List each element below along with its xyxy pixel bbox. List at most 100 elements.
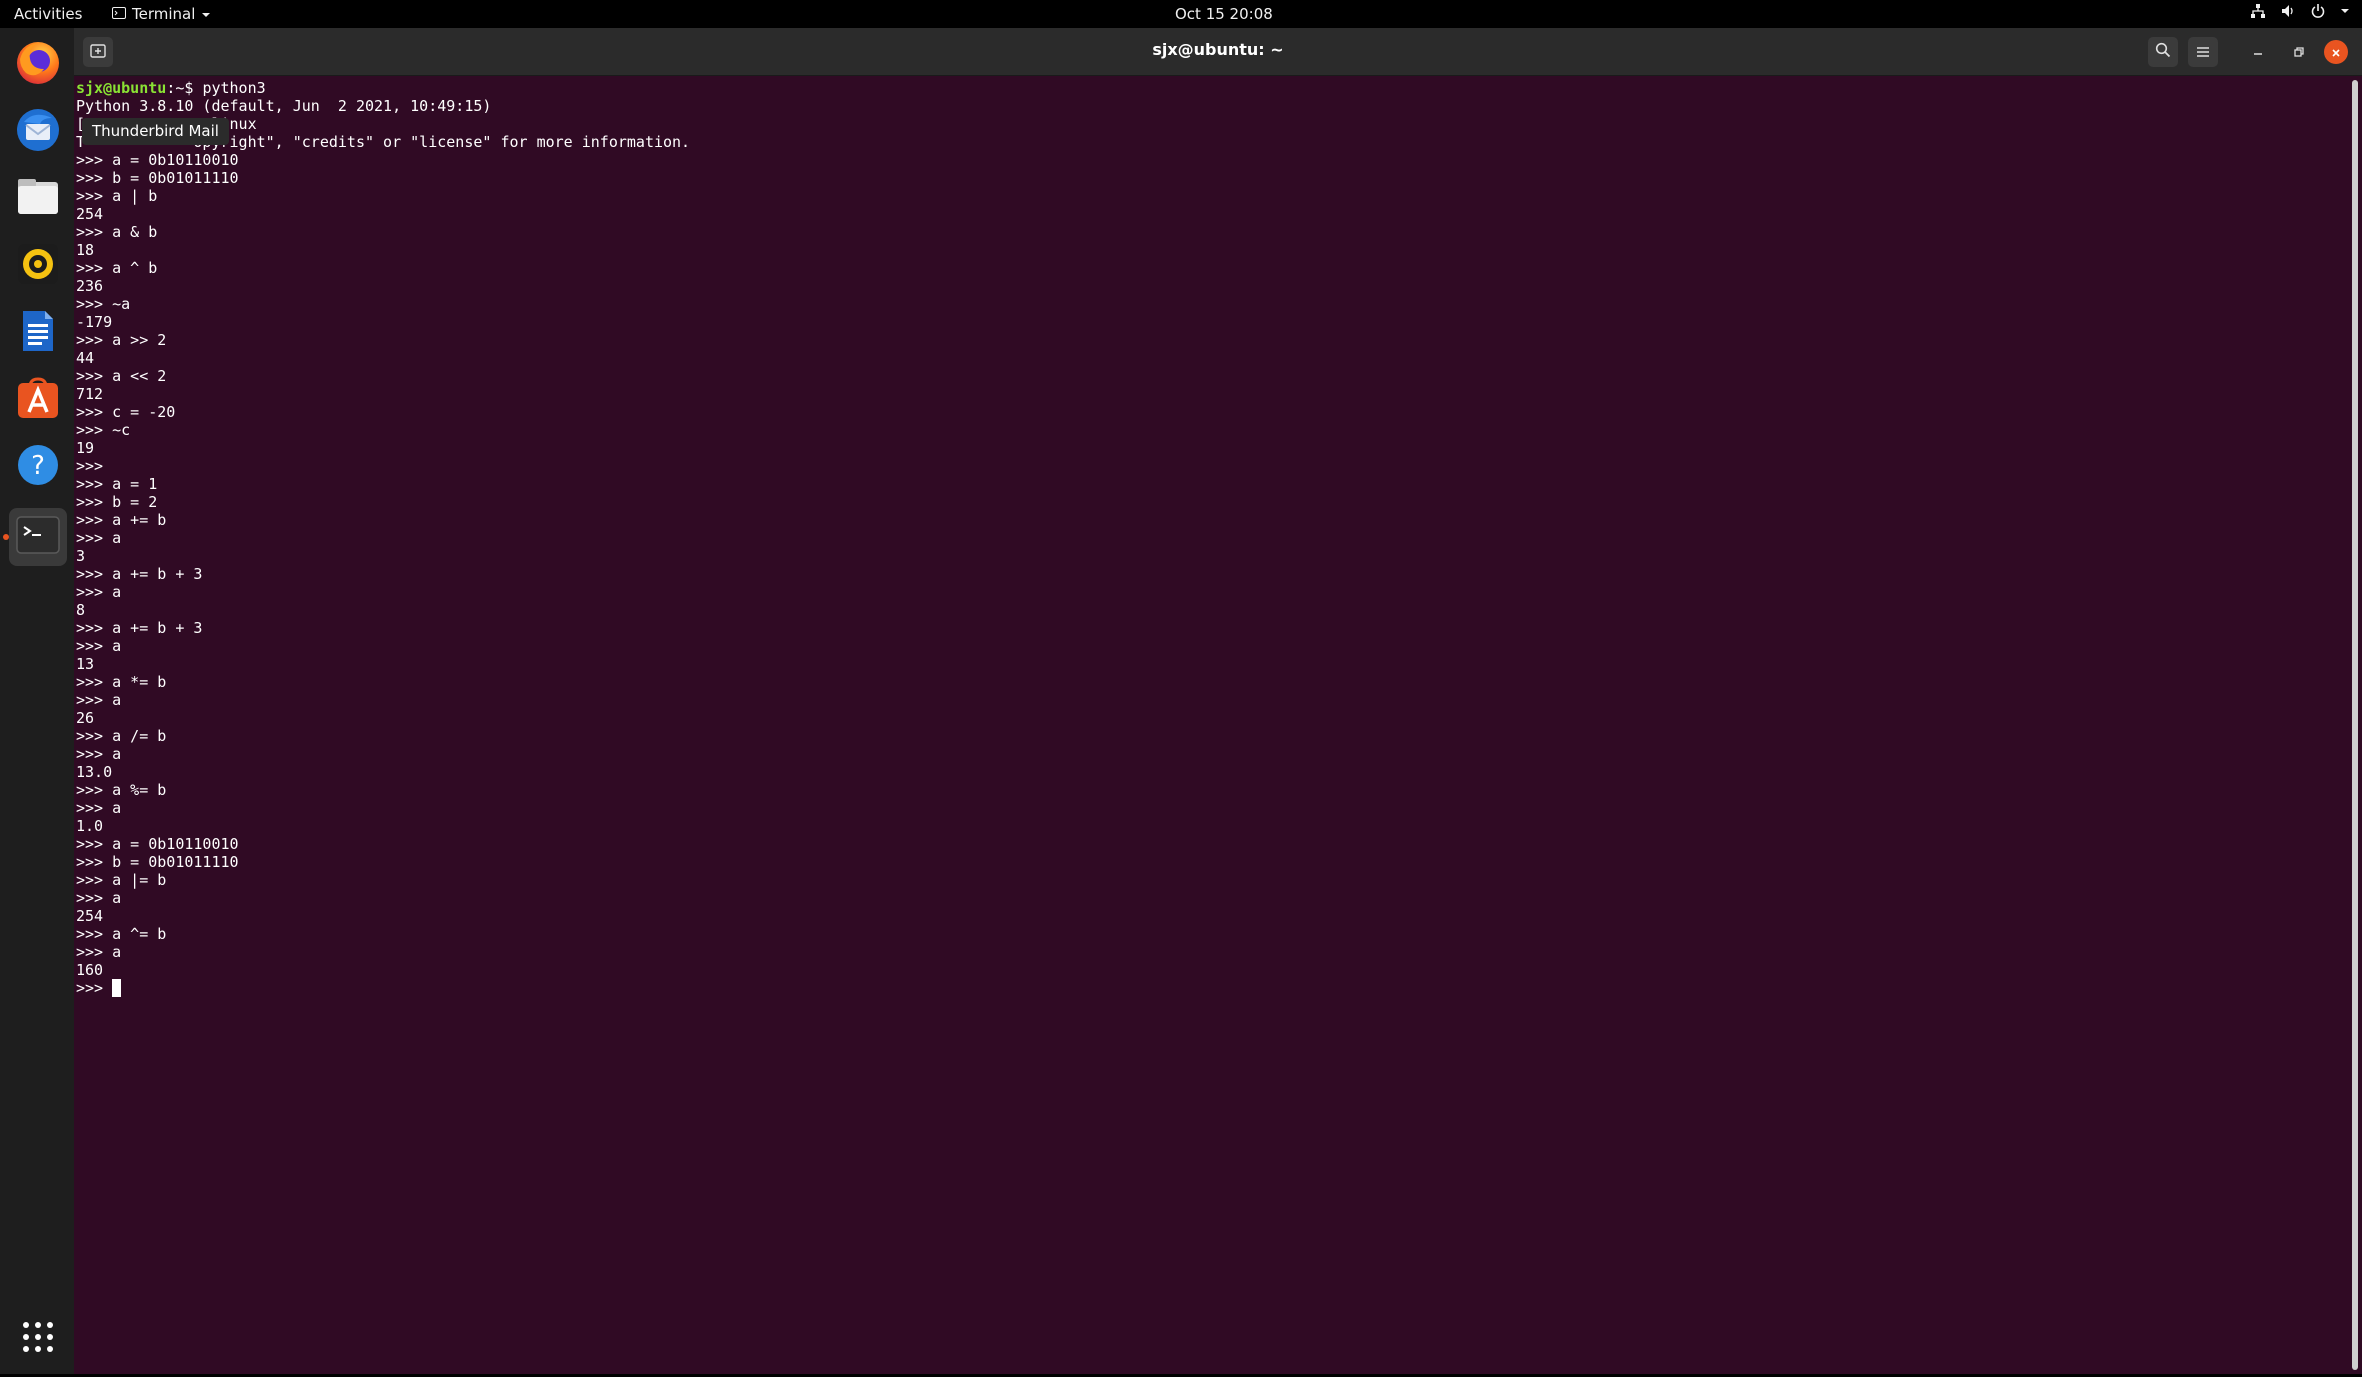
terminal-line: 13.0 bbox=[76, 763, 113, 781]
terminal-line: >>> bbox=[76, 457, 104, 475]
dock-thunderbird[interactable] bbox=[9, 103, 67, 161]
terminal-line: >>> a << 2 bbox=[76, 367, 167, 385]
rhythmbox-icon bbox=[15, 241, 61, 291]
terminal-line: >>> a |= b bbox=[76, 871, 167, 889]
terminal-line: 44 bbox=[76, 349, 95, 367]
chevron-down-icon bbox=[2340, 7, 2350, 15]
files-icon bbox=[15, 174, 61, 224]
dock-files[interactable] bbox=[9, 170, 67, 228]
restore-icon bbox=[2293, 43, 2305, 62]
terminal-line: 18 bbox=[76, 241, 95, 259]
terminal-line: >>> a = 0b10110010 bbox=[76, 151, 239, 169]
terminal-line: >>> ~a bbox=[76, 295, 131, 313]
app-menu-label: Terminal bbox=[132, 5, 196, 23]
terminal-window: sjx@ubuntu: ~ sjx@ubuntu:~$ python3 Pyth… bbox=[74, 28, 2362, 1374]
hamburger-icon bbox=[2196, 43, 2210, 62]
terminal-line: >>> b = 2 bbox=[76, 493, 158, 511]
help-icon: ? bbox=[15, 442, 61, 492]
terminal-line: 712 bbox=[76, 385, 104, 403]
terminal-line: 254 bbox=[76, 907, 104, 925]
menu-button[interactable] bbox=[2188, 37, 2218, 67]
terminal-line: >>> a bbox=[76, 745, 122, 763]
terminal-line: >>> a += b + 3 bbox=[76, 619, 203, 637]
writer-icon bbox=[15, 308, 61, 358]
terminal-line: >>> a %= b bbox=[76, 781, 167, 799]
terminal-line: >>> a >> 2 bbox=[76, 331, 167, 349]
dock-help[interactable]: ? bbox=[9, 438, 67, 496]
app-grid-icon bbox=[21, 1320, 55, 1358]
terminal-line: >>> a += b bbox=[76, 511, 167, 529]
close-button[interactable] bbox=[2324, 40, 2348, 64]
terminal-line: 160 bbox=[76, 961, 104, 979]
terminal-output[interactable]: sjx@ubuntu:~$ python3 Python 3.8.10 (def… bbox=[74, 76, 2350, 1377]
terminal-line: >>> a /= b bbox=[76, 727, 167, 745]
terminal-line: 1.0 bbox=[76, 817, 104, 835]
chevron-down-icon bbox=[201, 5, 211, 23]
shell-prompt: sjx@ubuntu:~$ bbox=[76, 79, 202, 97]
network-icon bbox=[2250, 3, 2266, 19]
terminal-line: >>> c = -20 bbox=[76, 403, 176, 421]
search-icon bbox=[2155, 42, 2171, 62]
terminal-line: 236 bbox=[76, 277, 104, 295]
window-title: sjx@ubuntu: ~ bbox=[1152, 40, 1284, 59]
clock[interactable]: Oct 15 20:08 bbox=[1175, 5, 1273, 23]
terminal-line: >>> a ^ b bbox=[76, 259, 158, 277]
svg-text:?: ? bbox=[31, 451, 45, 481]
terminal-lines: Python 3.8.10 (default, Jun 2 2021, 10:4… bbox=[76, 97, 690, 979]
dock-firefox[interactable] bbox=[9, 36, 67, 94]
prompt-separator: :~$ bbox=[166, 79, 203, 97]
terminal-line: >>> b = 0b01011110 bbox=[76, 169, 239, 187]
terminal-line: 19 bbox=[76, 439, 95, 457]
terminal-line: >>> a bbox=[76, 529, 122, 547]
terminal-line: >>> a & b bbox=[76, 223, 158, 241]
running-indicator bbox=[3, 534, 9, 540]
header-bar[interactable]: sjx@ubuntu: ~ bbox=[74, 28, 2362, 76]
thunderbird-icon bbox=[14, 106, 62, 158]
terminal-line: 13 bbox=[76, 655, 95, 673]
terminal-line: 8 bbox=[76, 601, 86, 619]
terminal-line: >>> a | b bbox=[76, 187, 158, 205]
scrollbar[interactable] bbox=[2352, 80, 2358, 1370]
terminal-line: 3 bbox=[76, 547, 86, 565]
dock-software[interactable] bbox=[9, 371, 67, 429]
python-prompt: >>> bbox=[76, 979, 113, 997]
activities-button[interactable]: Activities bbox=[14, 5, 82, 23]
terminal-line: >>> a bbox=[76, 691, 122, 709]
terminal-line: Python 3.8.10 (default, Jun 2 2021, 10:4… bbox=[76, 97, 492, 115]
volume-icon bbox=[2280, 3, 2296, 19]
terminal-line: -179 bbox=[76, 313, 113, 331]
minimize-icon bbox=[2252, 43, 2264, 62]
close-icon bbox=[2331, 43, 2341, 62]
dock-libreoffice-writer[interactable] bbox=[9, 304, 67, 362]
terminal-line: >>> a *= b bbox=[76, 673, 167, 691]
dock-terminal[interactable] bbox=[9, 508, 67, 566]
terminal-line: >>> a = 1 bbox=[76, 475, 158, 493]
terminal-line: >>> a bbox=[76, 583, 122, 601]
terminal-small-icon bbox=[112, 5, 126, 23]
terminal-line: >>> a bbox=[76, 943, 122, 961]
text-cursor bbox=[112, 979, 122, 997]
restore-button[interactable] bbox=[2284, 37, 2314, 67]
prompt-user: sjx@ubuntu bbox=[76, 79, 167, 97]
power-icon bbox=[2310, 3, 2326, 19]
terminal-line: >>> a ^= b bbox=[76, 925, 167, 943]
terminal-line: >>> ~c bbox=[76, 421, 131, 439]
terminal-line: >>> a bbox=[76, 637, 122, 655]
minimize-button[interactable] bbox=[2243, 37, 2273, 67]
terminal-line: >>> b = 0b01011110 bbox=[76, 853, 239, 871]
terminal-line: 26 bbox=[76, 709, 95, 727]
search-button[interactable] bbox=[2148, 37, 2178, 67]
system-tray[interactable] bbox=[2250, 3, 2350, 19]
dock-rhythmbox[interactable] bbox=[9, 237, 67, 295]
terminal-line: >>> a bbox=[76, 799, 122, 817]
terminal-line: >>> a += b + 3 bbox=[76, 565, 203, 583]
terminal-line: 254 bbox=[76, 205, 104, 223]
top-bar: Activities Terminal Oct 15 20:08 bbox=[0, 0, 2362, 28]
terminal-line: >>> a = 0b10110010 bbox=[76, 835, 239, 853]
show-applications-button[interactable] bbox=[9, 1310, 67, 1368]
app-menu[interactable]: Terminal bbox=[112, 5, 211, 23]
software-icon bbox=[15, 375, 61, 425]
firefox-icon bbox=[14, 39, 62, 91]
terminal-line: >>> a bbox=[76, 889, 122, 907]
dock-tooltip: Thunderbird Mail bbox=[82, 118, 229, 145]
